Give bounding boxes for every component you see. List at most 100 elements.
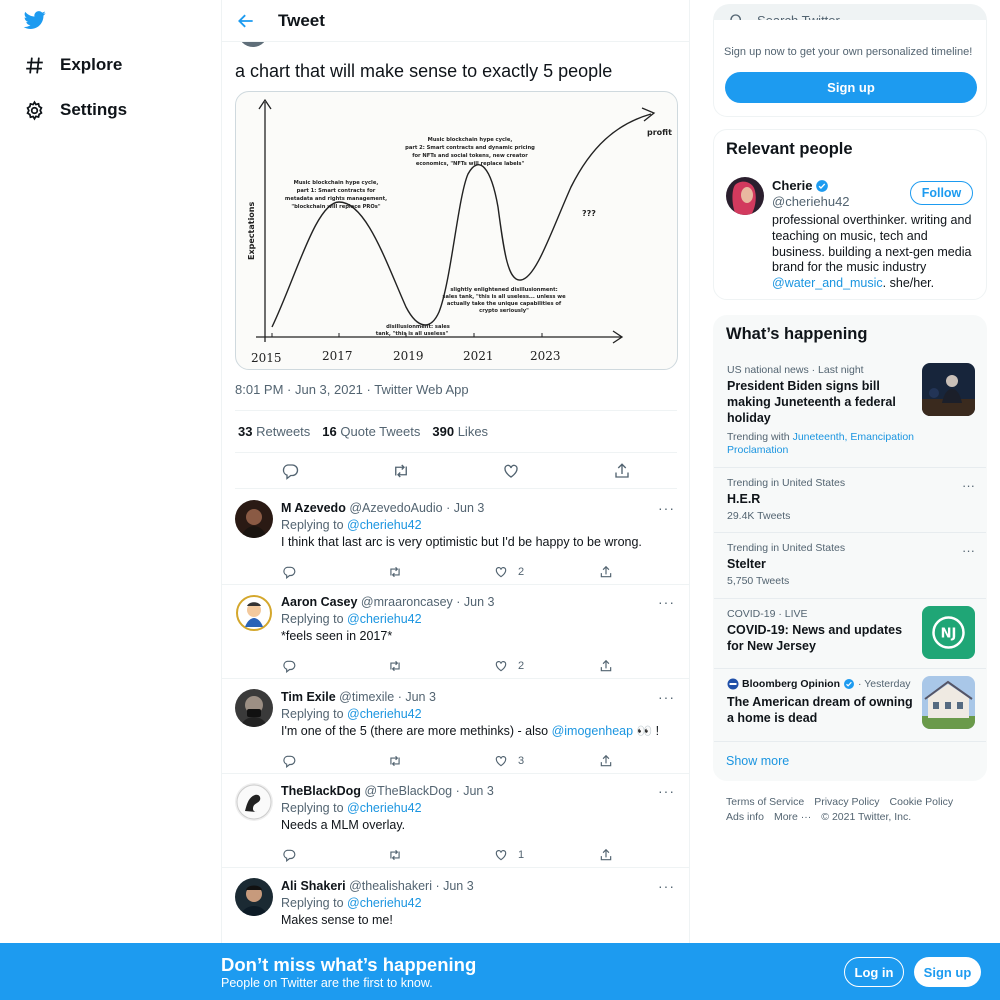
retweet-icon[interactable] — [388, 754, 402, 768]
share-icon[interactable] — [599, 565, 613, 579]
footer-link[interactable]: More ··· — [774, 811, 811, 823]
footer-link[interactable]: Ads info — [726, 811, 764, 823]
nav-settings[interactable]: Settings — [24, 98, 127, 122]
share-icon[interactable] — [599, 754, 613, 768]
more-icon[interactable]: ··· — [962, 543, 975, 558]
avatar[interactable] — [235, 500, 273, 538]
footer-link[interactable]: Cookie Policy — [890, 796, 954, 808]
reply-name[interactable]: Tim Exile — [281, 690, 336, 704]
follow-button[interactable]: Follow — [910, 181, 973, 205]
share-icon[interactable] — [599, 848, 613, 862]
more-icon[interactable]: ··· — [962, 478, 975, 493]
reply-tweet[interactable]: M Azevedo @AzevedoAudio · Jun 3 ··· Repl… — [222, 490, 689, 585]
reply-name[interactable]: TheBlackDog — [281, 784, 361, 798]
gear-icon — [26, 99, 43, 121]
twitter-bird-icon[interactable] — [23, 9, 47, 31]
trend-item[interactable]: Trending in United States Stelter 5,750 … — [714, 533, 986, 599]
tweet-timestamp[interactable]: 8:01 PM · Jun 3, 2021 · Twitter Web App — [235, 382, 469, 397]
signup-button[interactable]: Sign up — [725, 72, 977, 103]
reply-icon[interactable] — [282, 754, 296, 768]
reply-handle[interactable]: @timexile — [339, 690, 394, 704]
show-more-link[interactable]: Show more — [726, 754, 789, 768]
login-button[interactable]: Log in — [844, 957, 904, 987]
mention-link[interactable]: @cheriehu42 — [347, 612, 422, 626]
reply-date[interactable]: · Jun 3 — [398, 690, 436, 704]
main-column: Tweet a chart that will make sense to ex… — [221, 0, 690, 1000]
banner-subtitle: People on Twitter are the first to know. — [221, 976, 433, 990]
trend-item[interactable]: Trending in United States H.E.R 29.4K Tw… — [714, 468, 986, 533]
banner-signup-button[interactable]: Sign up — [914, 957, 981, 987]
reply-handle[interactable]: @TheBlackDog — [364, 784, 452, 798]
reply-actions: 1 — [282, 848, 612, 864]
retweet-icon[interactable] — [388, 565, 402, 579]
like-icon[interactable] — [494, 754, 508, 768]
reply-handle[interactable]: @mraaroncasey — [361, 595, 453, 609]
reply-tweet[interactable]: Ali Shakeri @thealishakeri · Jun 3 ··· R… — [222, 868, 689, 948]
reply-handle[interactable]: @thealishakeri — [349, 879, 432, 893]
like-icon[interactable] — [494, 659, 508, 673]
reply-icon[interactable] — [281, 462, 299, 480]
more-icon[interactable]: ··· — [658, 689, 675, 705]
trend-thumbnail — [922, 363, 975, 416]
reply-tweet[interactable]: TheBlackDog @TheBlackDog · Jun 3 ··· Rep… — [222, 773, 689, 868]
mention-link[interactable]: @cheriehu42 — [347, 518, 422, 532]
tweet-header: Tweet — [222, 0, 689, 42]
person-name[interactable]: Cherie — [772, 178, 829, 193]
person-handle[interactable]: @cheriehu42 — [772, 194, 850, 209]
reply-name[interactable]: Aaron Casey — [281, 595, 357, 609]
footer-links: Ads info More ··· © 2021 Twitter, Inc. — [726, 811, 921, 823]
avatar[interactable] — [235, 689, 273, 727]
share-icon[interactable] — [599, 659, 613, 673]
reply-date[interactable]: · Jun 3 — [456, 595, 494, 609]
mention-link[interactable]: @cheriehu42 — [347, 801, 422, 815]
share-icon[interactable] — [613, 462, 631, 480]
likes-stat[interactable]: 390 Likes — [432, 424, 488, 439]
mention-link[interactable]: @cheriehu42 — [347, 707, 422, 721]
reply-tweet[interactable]: Tim Exile @timexile · Jun 3 ··· Replying… — [222, 679, 689, 774]
arrow-left-icon[interactable] — [236, 11, 256, 31]
avatar[interactable] — [235, 878, 273, 916]
nav-explore[interactable]: Explore — [24, 53, 122, 77]
more-icon[interactable]: ··· — [658, 594, 675, 610]
more-icon[interactable]: ··· — [658, 500, 675, 516]
year-label: 2019 — [393, 349, 424, 363]
reply-header: Ali Shakeri @thealishakeri · Jun 3 — [281, 879, 474, 893]
reply-tweet[interactable]: Aaron Casey @mraaroncasey · Jun 3 ··· Re… — [222, 584, 689, 679]
trend-title: Stelter — [727, 557, 766, 571]
more-icon[interactable]: ··· — [658, 783, 675, 799]
reply-date[interactable]: · Jun 3 — [456, 784, 494, 798]
retweets-stat[interactable]: 33 Retweets — [238, 424, 310, 439]
avatar[interactable] — [726, 177, 764, 215]
mention-link[interactable]: @cheriehu42 — [347, 896, 422, 910]
reply-name[interactable]: Ali Shakeri — [281, 879, 346, 893]
reply-date[interactable]: · Jun 3 — [435, 879, 473, 893]
annotation-line: Music blockchain hype cycle, — [294, 180, 379, 186]
reply-icon[interactable] — [282, 565, 296, 579]
reply-header: Aaron Casey @mraaroncasey · Jun 3 — [281, 595, 495, 609]
footer-link[interactable]: Privacy Policy — [814, 796, 879, 808]
trend-item[interactable]: COVID-19 · LIVE COVID-19: News and updat… — [714, 599, 986, 669]
avatar[interactable] — [235, 594, 273, 632]
retweet-icon[interactable] — [388, 659, 402, 673]
reply-handle[interactable]: @AzevedoAudio — [349, 501, 442, 515]
like-icon[interactable] — [502, 462, 520, 480]
like-icon[interactable] — [494, 848, 508, 862]
retweet-icon[interactable] — [388, 848, 402, 862]
bio-link[interactable]: @water_and_music — [772, 276, 883, 290]
footer-link[interactable]: Terms of Service — [726, 796, 804, 808]
reply-date[interactable]: · Jun 3 — [446, 501, 484, 515]
trend-item[interactable]: Bloomberg Opinion · Yesterday The Americ… — [714, 669, 986, 742]
quotes-stat[interactable]: 16 Quote Tweets — [322, 424, 420, 439]
reply-icon[interactable] — [282, 848, 296, 862]
tweet-text: a chart that will make sense to exactly … — [235, 61, 613, 81]
reply-icon[interactable] — [282, 659, 296, 673]
trend-item[interactable]: US national news · Last night President … — [714, 355, 986, 468]
reply-name[interactable]: M Azevedo — [281, 501, 346, 515]
mention-link[interactable]: @imogenheap — [552, 724, 634, 738]
tweet-actions — [235, 453, 677, 489]
tweet-image[interactable]: Expectations 2015 2017 2019 2021 2023 pr… — [235, 91, 678, 370]
more-icon[interactable]: ··· — [658, 878, 675, 894]
avatar[interactable] — [235, 783, 273, 821]
retweet-icon[interactable] — [392, 462, 410, 480]
like-icon[interactable] — [494, 565, 508, 579]
